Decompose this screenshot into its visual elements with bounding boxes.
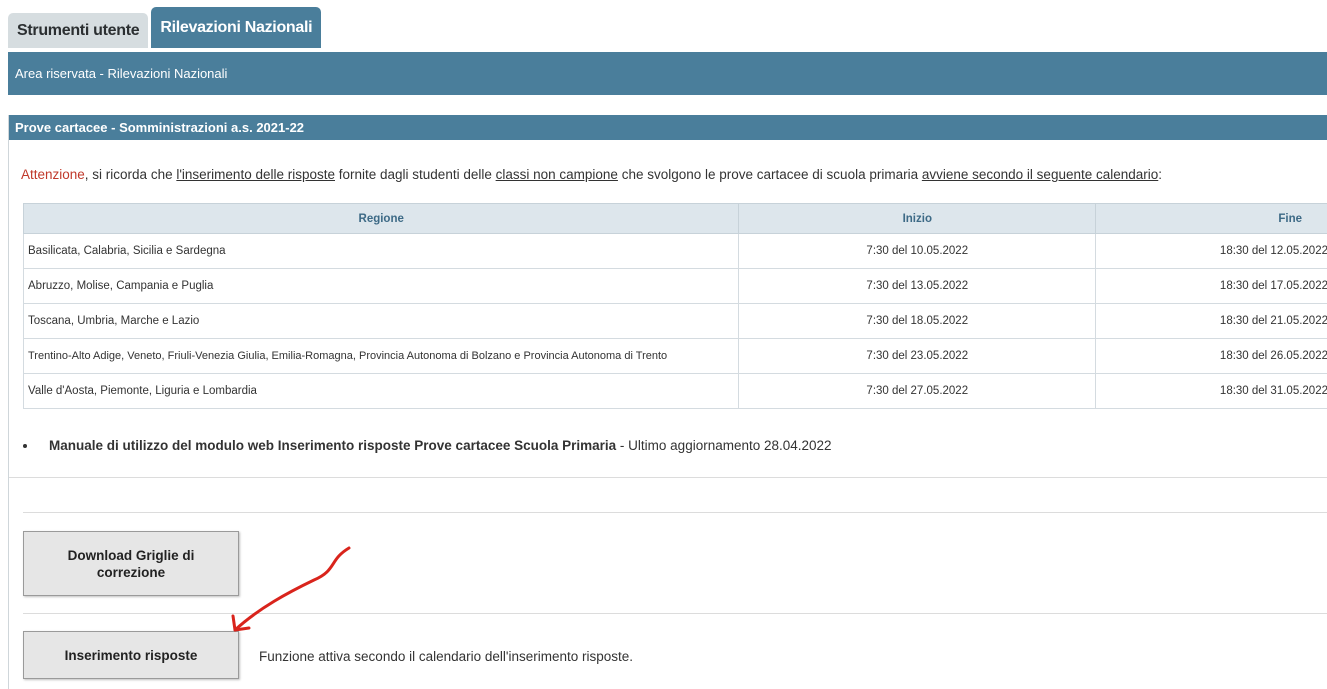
- cell-fine: 18:30 del 31.05.2022: [1095, 373, 1327, 409]
- manual-link[interactable]: Manuale di utilizzo del modulo web Inser…: [49, 438, 616, 453]
- prove-cartacee-panel: Prove cartacee - Somministrazioni a.s. 2…: [8, 115, 1327, 689]
- cell-fine: 18:30 del 17.05.2022: [1095, 268, 1327, 304]
- cell-inizio: 7:30 del 18.05.2022: [738, 303, 1097, 339]
- header-inizio: Inizio: [738, 203, 1097, 234]
- download-button-label: Download Griglie di correzione: [68, 547, 195, 581]
- manual-item: Manuale di utilizzo del modulo web Inser…: [23, 438, 832, 453]
- insert-function-note: Funzione attiva secondo il calendario de…: [259, 649, 634, 664]
- cell-inizio: 7:30 del 23.05.2022: [738, 338, 1097, 374]
- notice-text-4: :: [1158, 167, 1163, 182]
- notice-attenzione: Attenzione: [21, 167, 85, 182]
- area-header: Area riservata - Rilevazioni Nazionali: [8, 52, 1327, 95]
- header-fine: Fine: [1095, 203, 1327, 234]
- divider: [9, 477, 1327, 478]
- table-header-row: Regione Inizio Fine: [22, 203, 1327, 234]
- calendar-table: Regione Inizio Fine Basilicata, Calabria…: [22, 203, 1327, 409]
- notice-text-3: che svolgono le prove cartacee di scuola…: [617, 167, 922, 182]
- cell-inizio: 7:30 del 10.05.2022: [738, 233, 1097, 269]
- cell-fine: 18:30 del 12.05.2022: [1095, 233, 1327, 269]
- download-label-line1: Download Griglie di: [67, 547, 195, 563]
- table-row: Abruzzo, Molise, Campania e Puglia 7:30 …: [22, 268, 1327, 304]
- tab-strumenti-utente[interactable]: Strumenti utente: [8, 13, 149, 48]
- cell-inizio: 7:30 del 27.05.2022: [738, 373, 1097, 409]
- notice-text-1: , si ricorda che: [84, 167, 177, 182]
- download-griglie-button[interactable]: Download Griglie di correzione: [23, 531, 239, 596]
- bullet-icon: [23, 444, 27, 449]
- table-row: Basilicata, Calabria, Sicilia e Sardegna…: [22, 233, 1327, 269]
- table-row: Trentino-Alto Adige, Veneto, Friuli-Vene…: [22, 338, 1327, 374]
- notice-underline-1: l'inserimento delle risposte: [176, 167, 335, 182]
- insert-button-label: Inserimento risposte: [64, 647, 198, 663]
- cell-fine: 18:30 del 21.05.2022: [1095, 303, 1327, 339]
- cell-regione: Abruzzo, Molise, Campania e Puglia: [22, 268, 740, 304]
- notice-text-2: fornite dagli studenti delle: [335, 167, 496, 182]
- tab-bar: Strumenti utente Rilevazioni Nazionali: [8, 7, 324, 48]
- cell-regione: Trentino-Alto Adige, Veneto, Friuli-Vene…: [22, 338, 740, 374]
- notice-underline-3: avviene secondo il seguente calendario: [921, 167, 1159, 182]
- table-row: Valle d'Aosta, Piemonte, Liguria e Lomba…: [22, 373, 1327, 409]
- download-label-line2: correzione: [96, 564, 166, 580]
- calendar-notice: Attenzione, si ricorda che l'inserimento…: [21, 167, 1162, 182]
- cell-fine: 18:30 del 26.05.2022: [1095, 338, 1327, 374]
- manual-update: - Ultimo aggiornamento 28.04.2022: [616, 438, 832, 453]
- cell-regione: Toscana, Umbria, Marche e Lazio: [22, 303, 740, 339]
- cell-regione: Basilicata, Calabria, Sicilia e Sardegna: [22, 233, 740, 269]
- red-arrow-annotation-icon: [231, 546, 351, 632]
- table-row: Toscana, Umbria, Marche e Lazio 7:30 del…: [22, 303, 1327, 339]
- tab-rilevazioni-nazionali[interactable]: Rilevazioni Nazionali: [151, 7, 322, 48]
- cell-regione: Valle d'Aosta, Piemonte, Liguria e Lomba…: [22, 373, 740, 409]
- cell-inizio: 7:30 del 13.05.2022: [738, 268, 1097, 304]
- inserimento-risposte-button[interactable]: Inserimento risposte: [23, 631, 239, 679]
- panel-title: Prove cartacee - Somministrazioni a.s. 2…: [9, 115, 1327, 140]
- divider: [23, 512, 1327, 513]
- notice-underline-2: classi non campione: [495, 167, 618, 182]
- header-regione: Regione: [22, 203, 740, 234]
- area-title: Area riservata - Rilevazioni Nazionali: [15, 66, 228, 81]
